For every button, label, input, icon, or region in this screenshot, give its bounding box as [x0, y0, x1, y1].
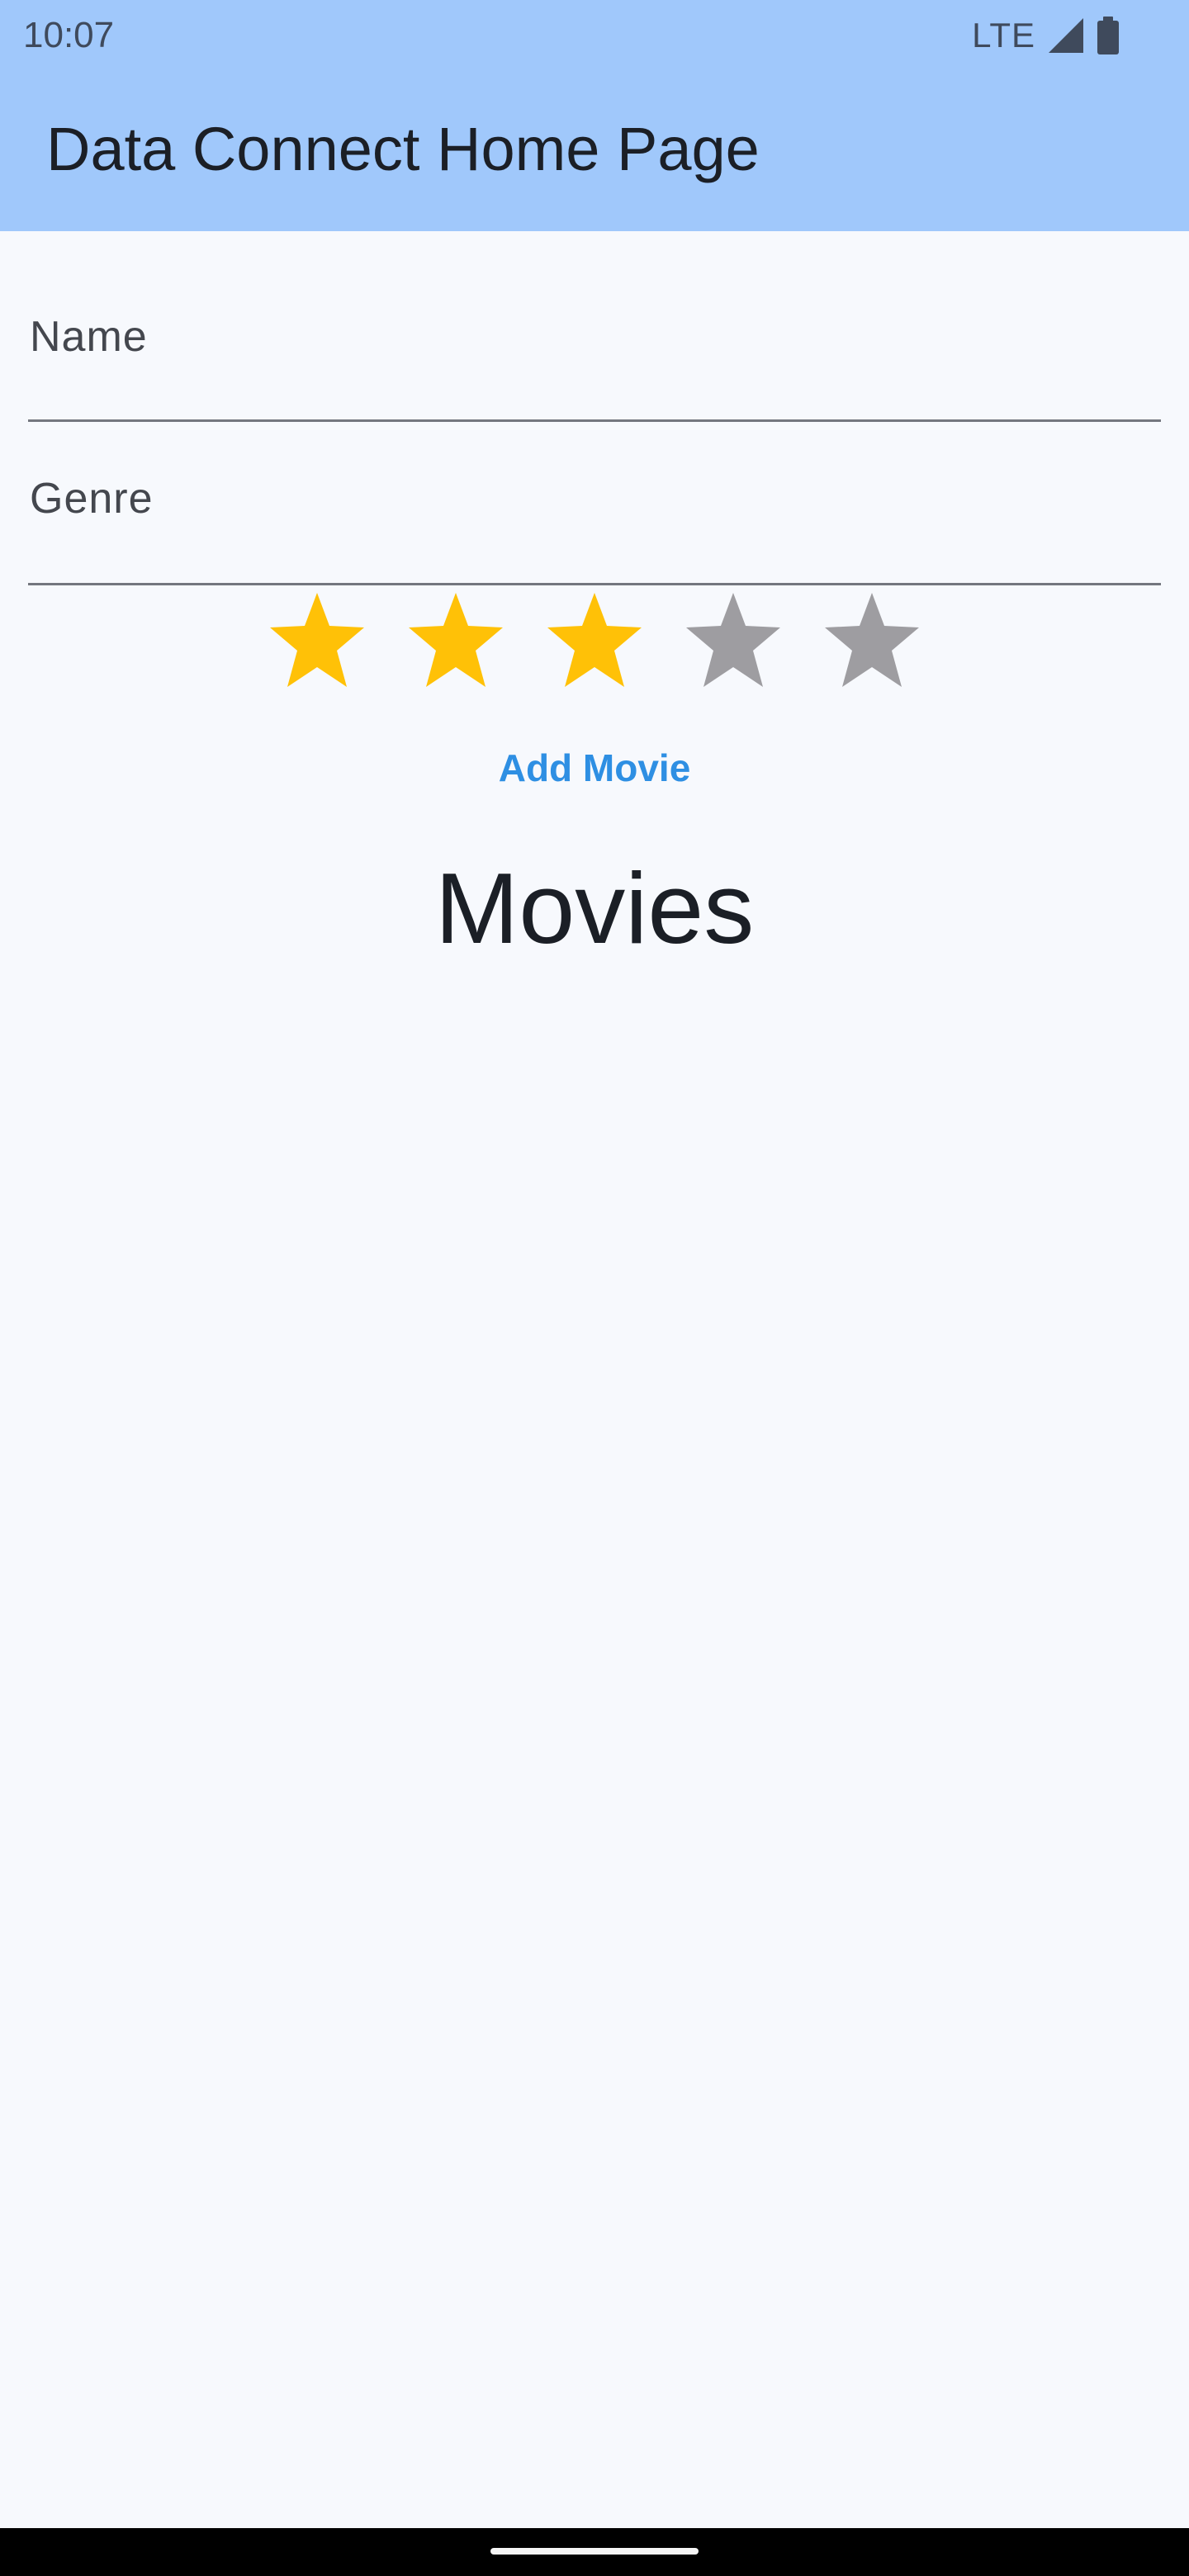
star-icon[interactable]: [684, 590, 783, 692]
star-icon[interactable]: [822, 590, 921, 692]
star-icon[interactable]: [268, 590, 367, 692]
star-rating: [0, 590, 1189, 692]
star-icon[interactable]: [406, 590, 505, 692]
home-indicator[interactable]: [490, 2548, 699, 2555]
star-icon[interactable]: [545, 590, 644, 692]
status-icons: LTE: [972, 12, 1120, 59]
navigation-bar: [0, 2528, 1189, 2576]
genre-field[interactable]: Genre: [28, 459, 1164, 585]
page-title: Data Connect Home Page: [46, 115, 760, 183]
signal-icon: [1047, 17, 1085, 54]
network-type: LTE: [972, 16, 1035, 54]
name-field[interactable]: Name: [28, 297, 1164, 422]
app-bar: 10:07 LTE Data Connect Home Page: [0, 0, 1189, 231]
status-time: 10:07: [23, 15, 115, 55]
movies-heading: Movies: [434, 852, 755, 964]
name-input[interactable]: [28, 297, 1164, 421]
add-movie-button[interactable]: Add Movie: [462, 733, 727, 803]
battery-icon: [1097, 17, 1120, 54]
genre-input[interactable]: [28, 459, 1164, 585]
